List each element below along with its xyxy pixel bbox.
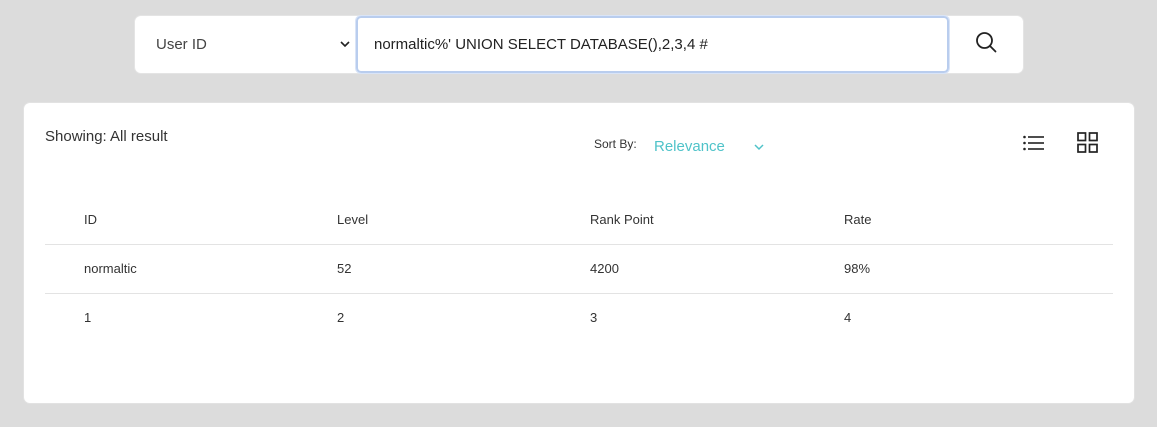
cell-rank-point: 3 [590, 310, 598, 326]
cell-id: 1 [84, 310, 92, 326]
search-input-wrapper [356, 16, 949, 73]
cell-level: 52 [298, 244, 551, 294]
column-header-rate: Rate [805, 196, 1113, 245]
results-table: ID Level Rank Point Rate normaltic 52 42… [45, 196, 1113, 342]
column-header-id: ID [45, 196, 298, 245]
search-filter-value: User ID [156, 36, 207, 53]
chevron-down-icon [754, 138, 764, 155]
grid-view-icon [1076, 132, 1098, 158]
table-row[interactable]: normaltic 52 4200 98% [45, 244, 1113, 294]
sort-by-label: Sort By: [594, 137, 637, 151]
cell-level: 2 [337, 310, 345, 326]
search-icon [975, 31, 997, 58]
list-view-button[interactable] [1022, 135, 1046, 155]
cell-id: normaltic [45, 244, 298, 294]
column-header-rank-point: Rank Point [551, 196, 805, 245]
search-bar: User ID [135, 16, 1023, 73]
results-panel: Showing: All result Sort By: Relevance I… [24, 103, 1134, 403]
sort-select[interactable]: Relevance [654, 135, 772, 157]
cell-rate: 98% [805, 244, 1113, 294]
chevron-down-icon [336, 36, 354, 54]
cell-rate: 4 [844, 310, 852, 326]
table-header-row: ID Level Rank Point Rate [45, 196, 1113, 245]
column-header-level: Level [298, 196, 551, 245]
search-input[interactable] [374, 36, 931, 53]
search-button[interactable] [949, 16, 1023, 73]
sort-select-value: Relevance [654, 137, 725, 155]
list-view-icon [1023, 135, 1045, 156]
cell-rank-point: 4200 [551, 244, 805, 294]
search-filter-select[interactable]: User ID [135, 16, 356, 73]
table-row[interactable]: 1 2 3 4 [45, 293, 1113, 342]
grid-view-button[interactable] [1076, 132, 1098, 158]
showing-label: Showing: All result [45, 128, 168, 145]
